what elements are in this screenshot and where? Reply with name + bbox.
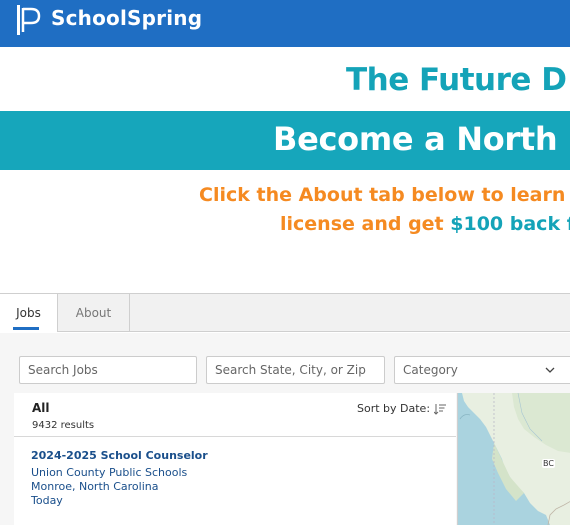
top-header: SchoolSpring	[0, 0, 570, 47]
page: SchoolSpring The Future D Become a North…	[0, 0, 570, 525]
tab-bar: Jobs About	[0, 293, 570, 332]
search-jobs-input[interactable]: Search Jobs	[19, 356, 197, 384]
banner-offer-amount: $100 back f	[450, 213, 570, 235]
sort-descending-icon[interactable]	[434, 403, 447, 415]
search-jobs-placeholder: Search Jobs	[28, 363, 98, 377]
banner-subheadline: Become a North	[273, 120, 558, 158]
brand-name[interactable]: SchoolSpring	[51, 6, 202, 30]
job-posted-date: Today	[31, 494, 63, 507]
tab-jobs[interactable]: Jobs	[0, 294, 58, 332]
sort-label: Sort by Date:	[357, 402, 431, 415]
job-title[interactable]: 2024-2025 School Counselor	[31, 449, 208, 462]
location-search-input[interactable]: Search State, City, or Zip	[206, 356, 385, 384]
job-location: Monroe, North Carolina	[31, 480, 159, 493]
location-placeholder: Search State, City, or Zip	[215, 363, 366, 377]
results-header: All 9432 results Sort by Date:	[14, 393, 456, 437]
jobs-map[interactable]: BC	[457, 393, 570, 525]
schoolspring-logo-icon[interactable]	[16, 4, 42, 36]
results-panel: All 9432 results Sort by Date: 2024-2025…	[14, 393, 456, 525]
banner-offer-text: license and get	[280, 213, 451, 235]
tab-jobs-label: Jobs	[16, 306, 41, 320]
results-count: 9432 results	[32, 420, 95, 431]
sort-control[interactable]: Sort by Date:	[357, 402, 447, 415]
active-tab-indicator	[13, 327, 39, 330]
banner-headline: The Future D	[346, 62, 567, 98]
tab-about[interactable]: About	[58, 294, 130, 332]
promo-banner[interactable]: The Future D Become a North Click the Ab…	[0, 47, 570, 293]
job-listing-item[interactable]: 2024-2025 School Counselor Union County …	[31, 449, 208, 507]
jobs-content: Search Jobs Search State, City, or Zip C…	[0, 333, 570, 525]
category-select[interactable]: Category	[394, 356, 570, 384]
category-placeholder: Category	[403, 363, 458, 377]
results-filter-label: All	[32, 401, 50, 415]
job-district: Union County Public Schools	[31, 466, 188, 479]
chevron-down-icon	[545, 367, 555, 373]
banner-offer: license and get $100 back f	[280, 213, 570, 235]
map-region-label: BC	[542, 459, 555, 468]
tab-about-label: About	[75, 306, 112, 320]
banner-instruction: Click the About tab below to learn n	[199, 184, 570, 206]
banner-teal-strip: Become a North	[0, 111, 570, 170]
